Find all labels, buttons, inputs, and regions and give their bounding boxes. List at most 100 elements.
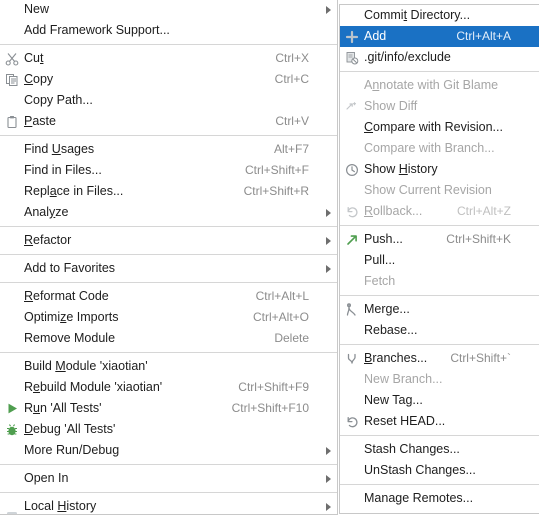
menu-item-optimize-imports[interactable]: Optimize Imports Ctrl+Alt+O xyxy=(0,307,337,328)
arrow-placeholder xyxy=(521,460,539,481)
submenu-arrow-icon xyxy=(319,258,337,279)
menu-item-copy[interactable]: Copy Ctrl+C xyxy=(0,69,337,90)
menu-item-label: Rebase... xyxy=(364,323,418,337)
arrow-placeholder xyxy=(319,377,337,398)
menu-item-label: Commit Directory... xyxy=(364,8,471,22)
menu-item-label: Rollback... xyxy=(364,204,423,218)
menu-item-remove-module[interactable]: Remove Module Delete xyxy=(0,328,337,349)
icon-placeholder xyxy=(0,139,24,160)
menu-item-reformat-code[interactable]: Reformat Code Ctrl+Alt+L xyxy=(0,286,337,307)
menu-item-build-module[interactable]: Build Module 'xiaotian' xyxy=(0,356,337,377)
menu-item-open-in[interactable]: Open In xyxy=(0,468,337,489)
history-clock-icon xyxy=(340,159,364,180)
menu-item-refactor[interactable]: Refactor xyxy=(0,230,337,251)
menu-item-label: Branches... xyxy=(364,351,428,365)
arrow-placeholder xyxy=(521,47,539,68)
icon-placeholder xyxy=(0,440,24,461)
menu-separator xyxy=(340,225,539,226)
debug-icon xyxy=(0,419,24,440)
arrow-placeholder xyxy=(319,307,337,328)
menu-separator xyxy=(340,344,539,345)
icon-placeholder xyxy=(0,356,24,377)
menu-item-copy-path[interactable]: Copy Path... xyxy=(0,90,337,111)
icon-placeholder xyxy=(0,286,24,307)
menu-item-label: Add Framework Support... xyxy=(24,23,170,37)
menu-separator xyxy=(0,254,337,255)
vcs-add-icon xyxy=(340,26,364,47)
menu-item-label: New xyxy=(24,2,50,16)
menu-item-add-framework-support[interactable]: Add Framework Support... xyxy=(0,20,337,41)
menu-item-label: More Run/Debug xyxy=(24,443,120,457)
arrow-placeholder xyxy=(521,369,539,390)
menu-item-run-all-tests[interactable]: Run 'All Tests' Ctrl+Shift+F10 xyxy=(0,398,337,419)
menu-item-paste[interactable]: Paste Ctrl+V xyxy=(0,111,337,132)
menu-item-shortcut: Ctrl+X xyxy=(275,51,309,65)
arrow-placeholder xyxy=(521,299,539,320)
menu-item-label: Show History xyxy=(364,162,438,176)
menu-item-merge[interactable]: Merge... xyxy=(340,299,539,320)
menu-item-stash-changes[interactable]: Stash Changes... xyxy=(340,439,539,460)
menu-separator xyxy=(0,282,337,283)
arrow-placeholder xyxy=(319,356,337,377)
menu-item-clone[interactable]: Clone... xyxy=(340,509,539,513)
menu-item-commit-directory[interactable]: Commit Directory... xyxy=(340,5,539,26)
clipboard-icon xyxy=(0,111,24,132)
arrow-placeholder xyxy=(521,229,539,250)
menu-item-label: Replace in Files... xyxy=(24,184,124,198)
menu-item-new[interactable]: New xyxy=(0,0,337,20)
reset-icon xyxy=(340,411,364,432)
icon-placeholder xyxy=(0,468,24,489)
menu-item-reload-from-disk[interactable] xyxy=(0,506,337,514)
menu-item-label: Rebuild Module 'xiaotian' xyxy=(24,380,163,394)
push-arrow-icon xyxy=(340,229,364,250)
arrow-placeholder xyxy=(521,509,539,513)
menu-item-cut[interactable]: Cut Ctrl+X xyxy=(0,48,337,69)
menu-item-reset-head[interactable]: Reset HEAD... xyxy=(340,411,539,432)
menu-item-more-run-debug[interactable]: More Run/Debug xyxy=(0,440,337,461)
arrow-placeholder xyxy=(521,159,539,180)
menu-item-replace-in-files[interactable]: Replace in Files... Ctrl+Shift+R xyxy=(0,181,337,202)
arrow-placeholder xyxy=(521,348,539,369)
rollback-icon xyxy=(340,201,364,222)
menu-item-rebase[interactable]: Rebase... xyxy=(340,320,539,341)
menu-item-git-info-exclude[interactable]: .git/info/exclude xyxy=(340,47,539,68)
arrow-placeholder xyxy=(319,111,337,132)
menu-item-find-in-files[interactable]: Find in Files... Ctrl+Shift+F xyxy=(0,160,337,181)
arrow-placeholder xyxy=(319,69,337,90)
menu-item-compare-with-revision[interactable]: Compare with Revision... xyxy=(340,117,539,138)
menu-item-label: Add xyxy=(364,29,387,43)
menu-item-new-tag[interactable]: New Tag... xyxy=(340,390,539,411)
menu-item-shortcut: Alt+F7 xyxy=(273,142,309,156)
menu-item-analyze[interactable]: Analyze xyxy=(0,202,337,223)
menu-item-pull[interactable]: Pull... xyxy=(340,250,539,271)
icon-placeholder xyxy=(340,138,364,159)
menu-item-push[interactable]: Push... Ctrl+Shift+K xyxy=(340,229,539,250)
menu-item-branches[interactable]: Branches... Ctrl+Shift+` xyxy=(340,348,539,369)
git-submenu[interactable]: Commit Directory... Add Ctrl+Alt+A .git/inf… xyxy=(339,4,539,514)
menu-item-add[interactable]: Add Ctrl+Alt+A xyxy=(340,26,539,47)
menu-item-label: Show Diff xyxy=(364,99,418,113)
menu-item-label: Analyze xyxy=(24,205,69,219)
menu-separator xyxy=(0,226,337,227)
menu-item-add-to-favorites[interactable]: Add to Favorites xyxy=(0,258,337,279)
menu-item-show-history[interactable]: Show History xyxy=(340,159,539,180)
arrow-placeholder xyxy=(319,328,337,349)
menu-item-debug-all-tests[interactable]: Debug 'All Tests' xyxy=(0,419,337,440)
menu-separator xyxy=(340,435,539,436)
arrow-placeholder xyxy=(319,139,337,160)
arrow-placeholder xyxy=(319,20,337,41)
submenu-arrow-icon xyxy=(319,230,337,251)
arrow-placeholder xyxy=(521,26,539,47)
menu-item-unstash-changes[interactable]: UnStash Changes... xyxy=(340,460,539,481)
arrow-placeholder xyxy=(521,180,539,201)
menu-item-label: Run 'All Tests' xyxy=(24,401,102,415)
menu-item-manage-remotes[interactable]: Manage Remotes... xyxy=(340,488,539,509)
icon-placeholder xyxy=(0,181,24,202)
project-context-menu[interactable]: New Add Framework Support... Cut Ctrl+X Copy… xyxy=(0,0,338,515)
icon-placeholder xyxy=(0,0,24,20)
menu-item-find-usages[interactable]: Find Usages Alt+F7 xyxy=(0,139,337,160)
arrow-placeholder xyxy=(521,75,539,96)
menu-item-label: Show Current Revision xyxy=(364,183,492,197)
menu-item-rebuild-module[interactable]: Rebuild Module 'xiaotian' Ctrl+Shift+F9 xyxy=(0,377,337,398)
menu-item-label: Copy Path... xyxy=(24,93,93,107)
